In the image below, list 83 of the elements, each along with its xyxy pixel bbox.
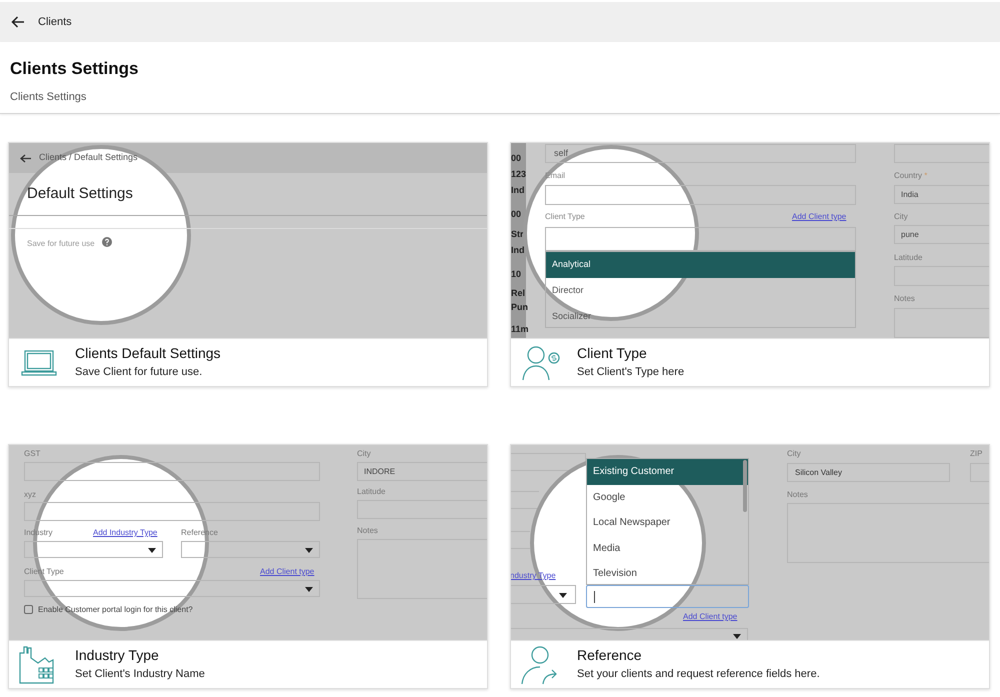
field-label: Notes (894, 293, 915, 305)
field-label: Country * (894, 170, 928, 182)
card-title: Reference (577, 646, 643, 664)
field-label: Notes (357, 525, 378, 537)
industry-select[interactable] (24, 541, 163, 558)
card-description: Set Client's Industry Name (75, 667, 205, 682)
field-label: Notes (787, 489, 808, 501)
page-subtitle: Clients Settings (10, 90, 88, 106)
client-type-select[interactable] (24, 580, 320, 597)
side-text: Str (511, 230, 524, 239)
reference-search-field[interactable] (586, 585, 749, 608)
dropdown-option[interactable]: Existing Customer (587, 459, 748, 484)
side-text: 123 (511, 170, 526, 179)
breadcrumb: Clients / Default Settings (39, 151, 138, 163)
laptop-icon (20, 348, 56, 376)
card-title: Industry Type (75, 646, 160, 664)
card-description: Set your clients and request reference fields here. (577, 667, 820, 682)
client-type-select[interactable] (511, 628, 748, 640)
help-icon (102, 237, 112, 247)
dropdown-option[interactable]: Analytical (546, 252, 855, 278)
preview-heading: Default Settings (27, 184, 133, 204)
notes-field[interactable] (894, 308, 989, 338)
side-text: 10 (511, 270, 522, 279)
add-industry-type-link[interactable]: Add Industry Type (93, 527, 158, 539)
dropdown-option[interactable]: Director (546, 278, 855, 304)
dropdown-option[interactable]: Media (587, 536, 748, 561)
caret-icon (305, 548, 313, 553)
caret-icon (733, 634, 741, 639)
add-client-type-link[interactable]: Add Client type (260, 566, 314, 578)
name-field[interactable]: self (545, 144, 856, 163)
field-label: Client Type (545, 211, 585, 223)
side-text: 11m (511, 325, 529, 334)
feature-card[interactable]: Clients / Default Settings Default Settings Save for future use Clients Default Settings Save Client for future use. (8, 142, 488, 387)
side-text: Pun (511, 303, 528, 312)
field-label: ZIP (970, 448, 982, 460)
city-field[interactable]: pune (894, 225, 989, 244)
client-type-field[interactable] (545, 227, 856, 251)
gst-field[interactable] (24, 462, 320, 481)
top-bar-title: Clients (38, 14, 72, 30)
dropdown-option[interactable]: Socializer (546, 304, 855, 327)
text-field[interactable] (24, 502, 320, 521)
side-text: Ind (511, 246, 524, 255)
latitude-field[interactable] (894, 266, 989, 286)
latitude-field[interactable] (357, 500, 487, 519)
field-label: City (894, 211, 908, 223)
dropdown-option[interactable]: Google (587, 484, 748, 510)
field-label: Save for future use (27, 238, 95, 250)
user-coin-icon (520, 344, 560, 380)
scrollbar-thumb (743, 460, 747, 512)
city-field[interactable]: Silicon Valley (787, 463, 950, 482)
checkbox-label: Enable Customer portal login for this client? (38, 604, 193, 616)
dropdown-option[interactable]: Local Newspaper (587, 510, 748, 536)
caret-icon (559, 593, 567, 598)
side-text: 00 (511, 210, 522, 219)
card-description: Set Client's Type here (577, 365, 684, 380)
card-title: Clients Default Settings (75, 344, 221, 362)
side-text: Rel (511, 289, 526, 298)
side-text: 00 (511, 154, 522, 163)
city-field[interactable]: INDORE (357, 462, 487, 481)
side-text: Ind (511, 186, 524, 195)
field-label: GST (24, 448, 40, 460)
reference-select[interactable] (181, 541, 320, 558)
field-label: xyz (24, 489, 36, 501)
field-label: Latitude (357, 486, 386, 498)
field-label: Latitude (894, 252, 922, 264)
notes-field[interactable] (787, 503, 989, 563)
add-client-type-link[interactable]: Add Client type (683, 611, 738, 623)
card-description: Save Client for future use. (75, 365, 204, 380)
zip-field[interactable] (970, 463, 989, 482)
checkbox[interactable] (24, 605, 33, 614)
industry-select[interactable] (511, 585, 576, 604)
page-title: Clients Settings (10, 58, 140, 80)
caret-icon (148, 548, 156, 553)
email-field[interactable] (545, 185, 856, 205)
field-label: City (357, 448, 371, 460)
back-arrow-icon[interactable] (11, 16, 25, 28)
back-arrow-icon[interactable] (20, 154, 31, 163)
notes-field[interactable] (357, 539, 487, 599)
caret-icon (305, 587, 313, 592)
add-client-type-link[interactable]: Add Client type (792, 211, 846, 223)
field-label: City (787, 448, 801, 460)
card-title: Client Type (577, 344, 648, 362)
country-field[interactable]: India (894, 185, 989, 204)
